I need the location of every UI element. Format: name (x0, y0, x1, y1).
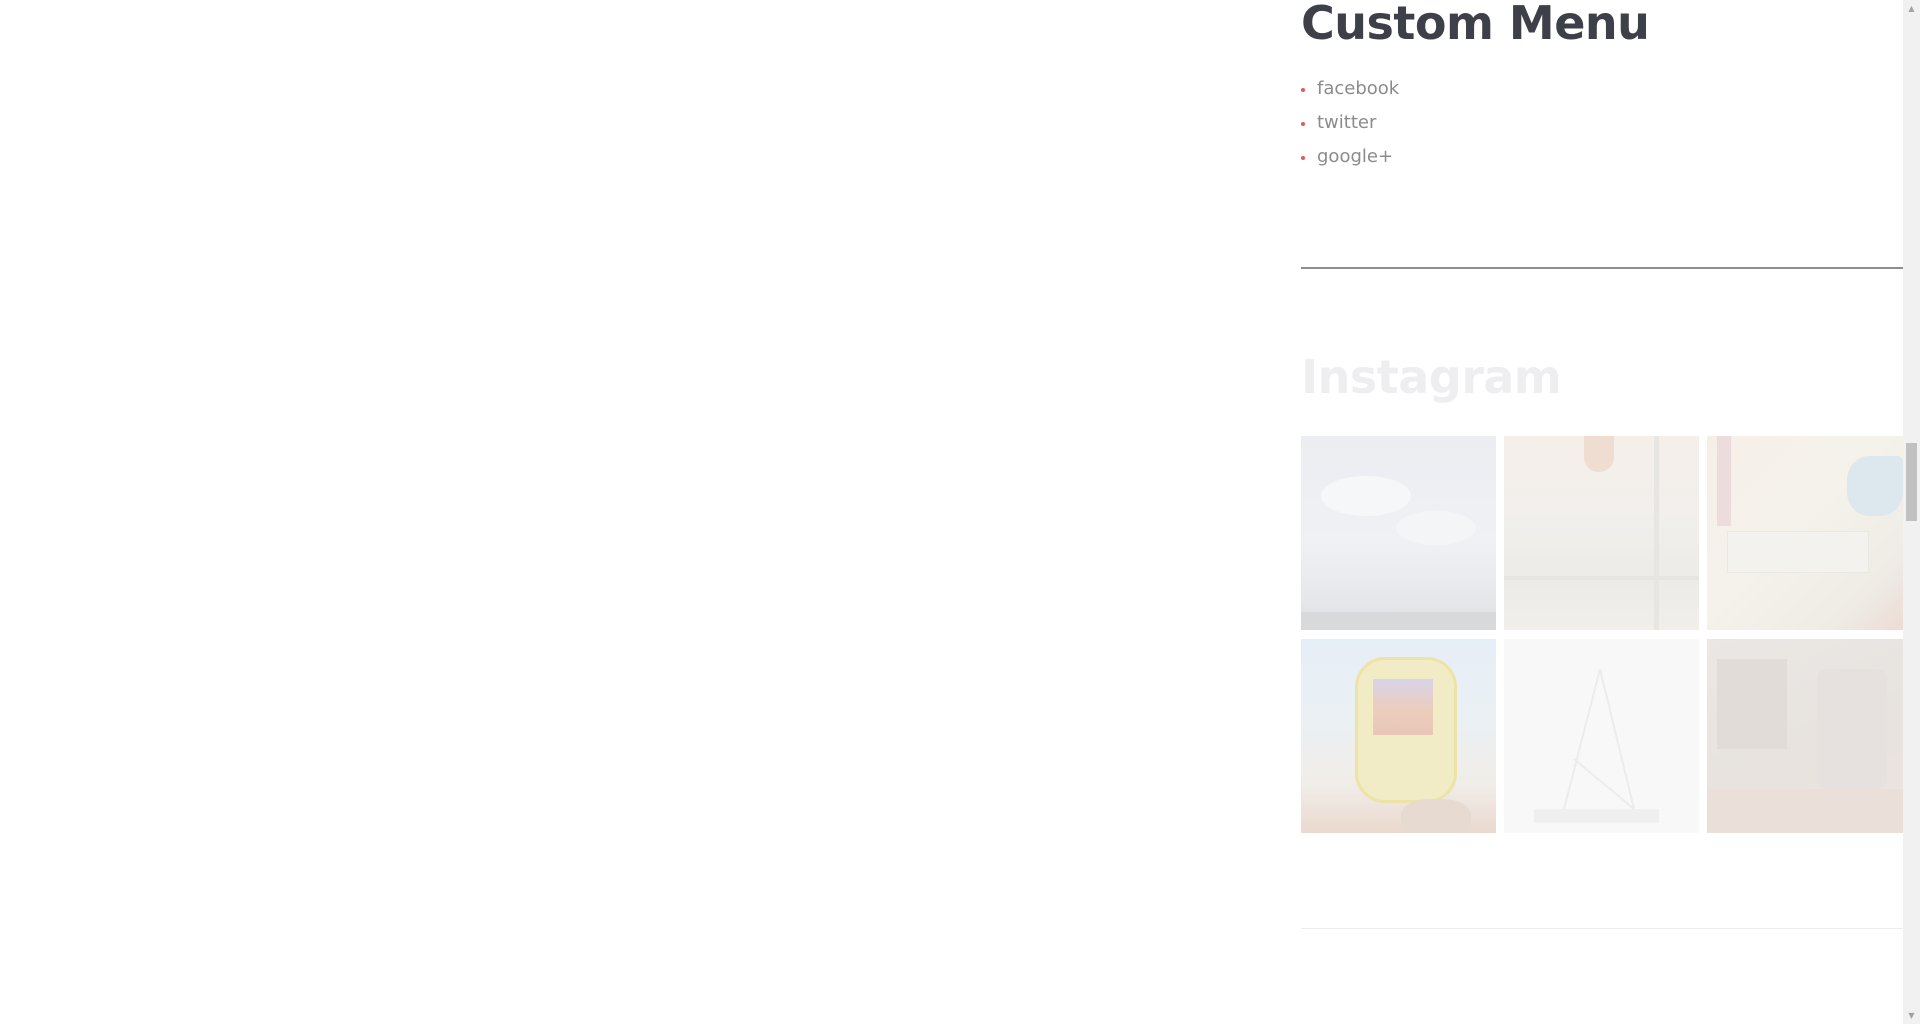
shelf-shape (1717, 659, 1787, 749)
bullet-icon (1301, 88, 1305, 92)
pendant-lamp (1584, 436, 1614, 472)
widget-divider (1301, 267, 1903, 269)
pillow-shape (1847, 456, 1903, 516)
curtain-shape (1717, 436, 1731, 526)
hand-shape (1401, 799, 1471, 833)
menu-item-label: twitter (1317, 112, 1377, 133)
scroll-up-arrow-icon[interactable]: ▲ (1903, 0, 1920, 17)
bullet-icon (1301, 122, 1305, 126)
menu-item-twitter[interactable]: twitter (1301, 108, 1399, 142)
vertical-scrollbar[interactable]: ▲ ▼ (1903, 0, 1920, 1024)
instagram-thumbnail-ceiling[interactable] (1504, 436, 1699, 630)
scrollbar-thumb[interactable] (1906, 443, 1917, 521)
machine-shape (1817, 669, 1887, 789)
horizon-strip (1301, 612, 1496, 630)
sidebar: Custom Menu facebook twitter google+ Ins… (1301, 0, 1903, 1024)
instagram-thumbnail-room[interactable] (1707, 436, 1903, 630)
camera-screen (1373, 679, 1433, 735)
bench-shape (1727, 531, 1869, 573)
scroll-down-arrow-icon[interactable]: ▼ (1903, 1007, 1920, 1024)
bullet-icon (1301, 156, 1305, 160)
menu-item-google-plus[interactable]: google+ (1301, 142, 1399, 176)
menu-item-label: google+ (1317, 146, 1394, 167)
ceiling-beam (1654, 436, 1659, 630)
instagram-thumbnail-stand[interactable] (1504, 639, 1699, 833)
stand-drawing (1534, 668, 1659, 823)
custom-menu-title: Custom Menu (1301, 0, 1650, 50)
menu-item-facebook[interactable]: facebook (1301, 74, 1399, 108)
instagram-title: Instagram (1301, 350, 1562, 404)
instagram-grid (1301, 436, 1903, 833)
cloud-shape (1321, 476, 1411, 516)
instagram-thumbnail-thermal-camera[interactable] (1301, 639, 1496, 833)
menu-item-label: facebook (1317, 78, 1400, 99)
custom-menu-list: facebook twitter google+ (1301, 74, 1399, 176)
page: Custom Menu facebook twitter google+ Ins… (0, 0, 1920, 1024)
widget-divider-light (1301, 928, 1903, 929)
cloud-shape (1396, 511, 1476, 545)
ceiling-beam (1504, 576, 1699, 580)
instagram-thumbnail-workshop[interactable] (1707, 639, 1903, 833)
floor-shape (1707, 789, 1903, 833)
instagram-thumbnail-sky[interactable] (1301, 436, 1496, 630)
